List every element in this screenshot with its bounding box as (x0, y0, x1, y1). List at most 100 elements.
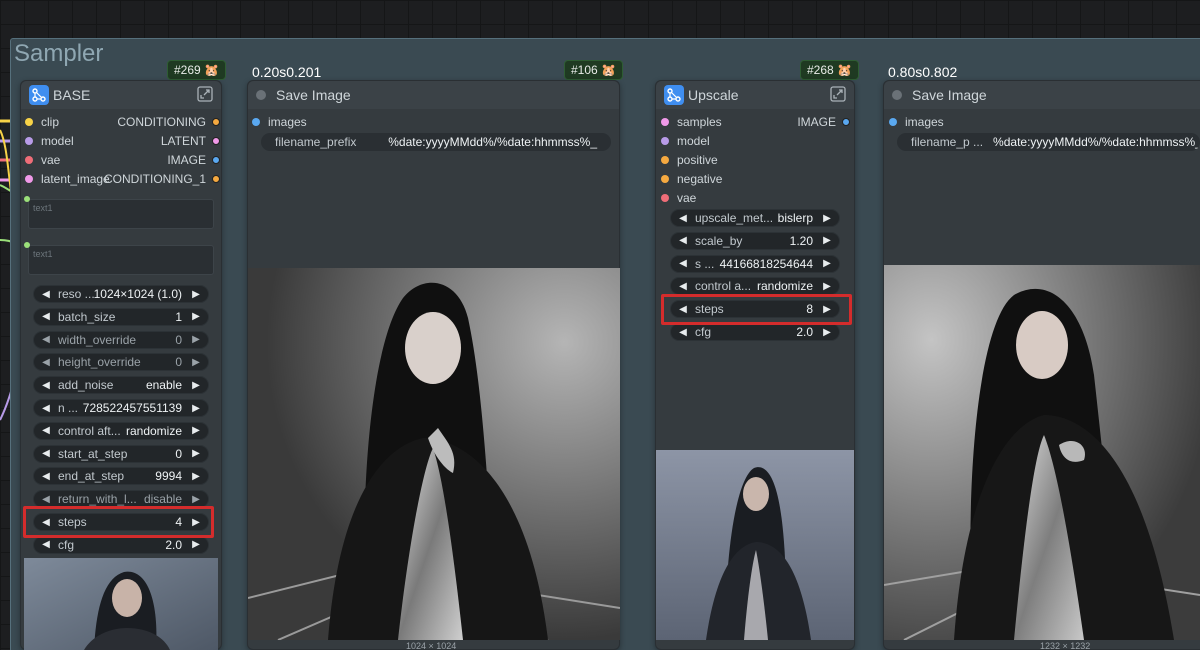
base-widget-end-at-step[interactable]: ◀ end_at_step 9994 ▶ (33, 467, 209, 486)
widget-label: return_with_l... (58, 492, 137, 507)
base-node-header[interactable]: BASE (21, 81, 221, 109)
save2-images-input[interactable]: images (889, 113, 944, 131)
base-widget-width-override[interactable]: ◀ width_override 0 ▶ (33, 330, 209, 349)
output-slot-dot[interactable] (212, 175, 220, 183)
decrement-arrow-icon[interactable]: ◀ (677, 235, 689, 246)
base-widget-n[interactable]: ◀ n ... 728522457551139 ▶ (33, 399, 209, 417)
increment-arrow-icon[interactable]: ▶ (821, 327, 833, 338)
increment-arrow-icon[interactable]: ▶ (821, 213, 833, 224)
decrement-arrow-icon[interactable]: ◀ (677, 281, 689, 292)
save1-images-input[interactable]: images (252, 113, 307, 131)
save-image-2-header[interactable]: Save Image (884, 81, 1200, 109)
input-slot-dot[interactable] (661, 118, 669, 126)
images-slot-dot[interactable] (889, 118, 897, 126)
widget-value: 1 (175, 309, 182, 324)
input-slot-dot[interactable] (25, 137, 33, 145)
base-input-vae[interactable]: vae (25, 151, 60, 169)
base-input-latent-image[interactable]: latent_image (25, 170, 110, 188)
widget-value: 2.0 (796, 325, 813, 339)
input-slot-dot[interactable] (661, 194, 669, 202)
increment-arrow-icon[interactable]: ▶ (190, 403, 202, 414)
decrement-arrow-icon[interactable]: ◀ (40, 539, 52, 550)
increment-arrow-icon[interactable]: ▶ (190, 448, 202, 459)
base-widget-control-aft[interactable]: ◀ control aft... randomize ▶ (33, 421, 209, 440)
base-widget-add-noise[interactable]: ◀ add_noise enable ▶ (33, 376, 209, 395)
increment-arrow-icon[interactable]: ▶ (190, 380, 202, 391)
collapse-dot[interactable] (892, 90, 902, 100)
highlight-upscale-steps (661, 294, 852, 325)
increment-arrow-icon[interactable]: ▶ (821, 258, 833, 269)
base-input-clip[interactable]: clip (25, 113, 59, 131)
filename-prefix-field-1[interactable]: filename_prefix %date:yyyyMMdd%/%date:hh… (261, 133, 611, 151)
output-slot-dot[interactable] (212, 137, 220, 145)
widget-value: 0 (175, 446, 182, 461)
increment-arrow-icon[interactable]: ▶ (190, 425, 202, 436)
upscale-input-samples[interactable]: samples (661, 113, 722, 131)
image-output-dot[interactable] (842, 118, 850, 126)
base-output-image[interactable]: IMAGE (100, 151, 220, 169)
increment-arrow-icon[interactable]: ▶ (190, 494, 202, 505)
decrement-arrow-icon[interactable]: ◀ (677, 213, 689, 224)
upscale-input-negative[interactable]: negative (661, 170, 722, 188)
decrement-arrow-icon[interactable]: ◀ (40, 494, 52, 505)
decrement-arrow-icon[interactable]: ◀ (40, 471, 52, 482)
input-slot-dot[interactable] (25, 175, 33, 183)
increment-arrow-icon[interactable]: ▶ (190, 471, 202, 482)
input-slot-dot[interactable] (661, 175, 669, 183)
output-slot-dot[interactable] (212, 118, 220, 126)
upscale-widget-upscale-met[interactable]: ◀ upscale_met... bislerp ▶ (670, 209, 840, 227)
image-output-label: IMAGE (797, 115, 836, 129)
text1-input-dot[interactable] (24, 196, 30, 202)
base-widget-height-override[interactable]: ◀ height_override 0 ▶ (33, 353, 209, 372)
increment-arrow-icon[interactable]: ▶ (190, 357, 202, 368)
decrement-arrow-icon[interactable]: ◀ (677, 258, 689, 269)
decrement-arrow-icon[interactable]: ◀ (40, 425, 52, 436)
decrement-arrow-icon[interactable]: ◀ (40, 334, 52, 345)
base-input-model[interactable]: model (25, 132, 74, 150)
images-slot-dot[interactable] (252, 118, 260, 126)
base-output-latent[interactable]: LATENT (100, 132, 220, 150)
increment-arrow-icon[interactable]: ▶ (190, 539, 202, 550)
expand-icon[interactable] (197, 86, 213, 105)
upscale-widget-cfg[interactable]: ◀ cfg 2.0 ▶ (670, 323, 840, 341)
base-output-conditioning-1[interactable]: CONDITIONING_1 (100, 170, 220, 188)
output-slot-dot[interactable] (212, 156, 220, 164)
decrement-arrow-icon[interactable]: ◀ (40, 289, 52, 300)
text2-textarea[interactable]: text1 (28, 245, 214, 275)
input-slot-dot[interactable] (661, 156, 669, 164)
base-output-conditioning[interactable]: CONDITIONING (100, 113, 220, 131)
upscale-widget-control-a[interactable]: ◀ control a... randomize ▶ (670, 277, 840, 296)
save-image-1-header[interactable]: Save Image (248, 81, 619, 109)
base-widget-cfg[interactable]: ◀ cfg 2.0 ▶ (33, 535, 209, 554)
decrement-arrow-icon[interactable]: ◀ (40, 448, 52, 459)
base-widget-start-at-step[interactable]: ◀ start_at_step 0 ▶ (33, 444, 209, 463)
input-slot-dot[interactable] (25, 156, 33, 164)
decrement-arrow-icon[interactable]: ◀ (40, 403, 52, 414)
text2-input-dot[interactable] (24, 242, 30, 248)
base-widget-reso[interactable]: ◀ reso ... 1024×1024 (1.0) ▶ (33, 285, 209, 303)
input-slot-dot[interactable] (661, 137, 669, 145)
upscale-widget-scale-by[interactable]: ◀ scale_by 1.20 ▶ (670, 231, 840, 250)
text1-textarea[interactable]: text1 (28, 199, 214, 229)
upscale-image-output[interactable]: IMAGE (760, 113, 850, 131)
decrement-arrow-icon[interactable]: ◀ (677, 327, 689, 338)
upscale-widget-s[interactable]: ◀ s ... 44166818254644 ▶ (670, 254, 840, 273)
increment-arrow-icon[interactable]: ▶ (821, 235, 833, 246)
increment-arrow-icon[interactable]: ▶ (190, 311, 202, 322)
filename-prefix-field-2[interactable]: filename_p ... %date:yyyyMMdd%/%date:hhm… (897, 133, 1200, 151)
base-preview-image (24, 558, 218, 650)
decrement-arrow-icon[interactable]: ◀ (40, 311, 52, 322)
input-slot-dot[interactable] (25, 118, 33, 126)
decrement-arrow-icon[interactable]: ◀ (40, 380, 52, 391)
upscale-node-header[interactable]: Upscale (656, 81, 854, 109)
upscale-input-model[interactable]: model (661, 132, 710, 150)
increment-arrow-icon[interactable]: ▶ (190, 289, 202, 300)
increment-arrow-icon[interactable]: ▶ (190, 334, 202, 345)
decrement-arrow-icon[interactable]: ◀ (40, 357, 52, 368)
collapse-dot[interactable] (256, 90, 266, 100)
increment-arrow-icon[interactable]: ▶ (821, 281, 833, 292)
base-widget-batch-size[interactable]: ◀ batch_size 1 ▶ (33, 307, 209, 326)
upscale-input-positive[interactable]: positive (661, 151, 718, 169)
upscale-input-vae[interactable]: vae (661, 189, 696, 207)
expand-icon[interactable] (830, 86, 846, 105)
